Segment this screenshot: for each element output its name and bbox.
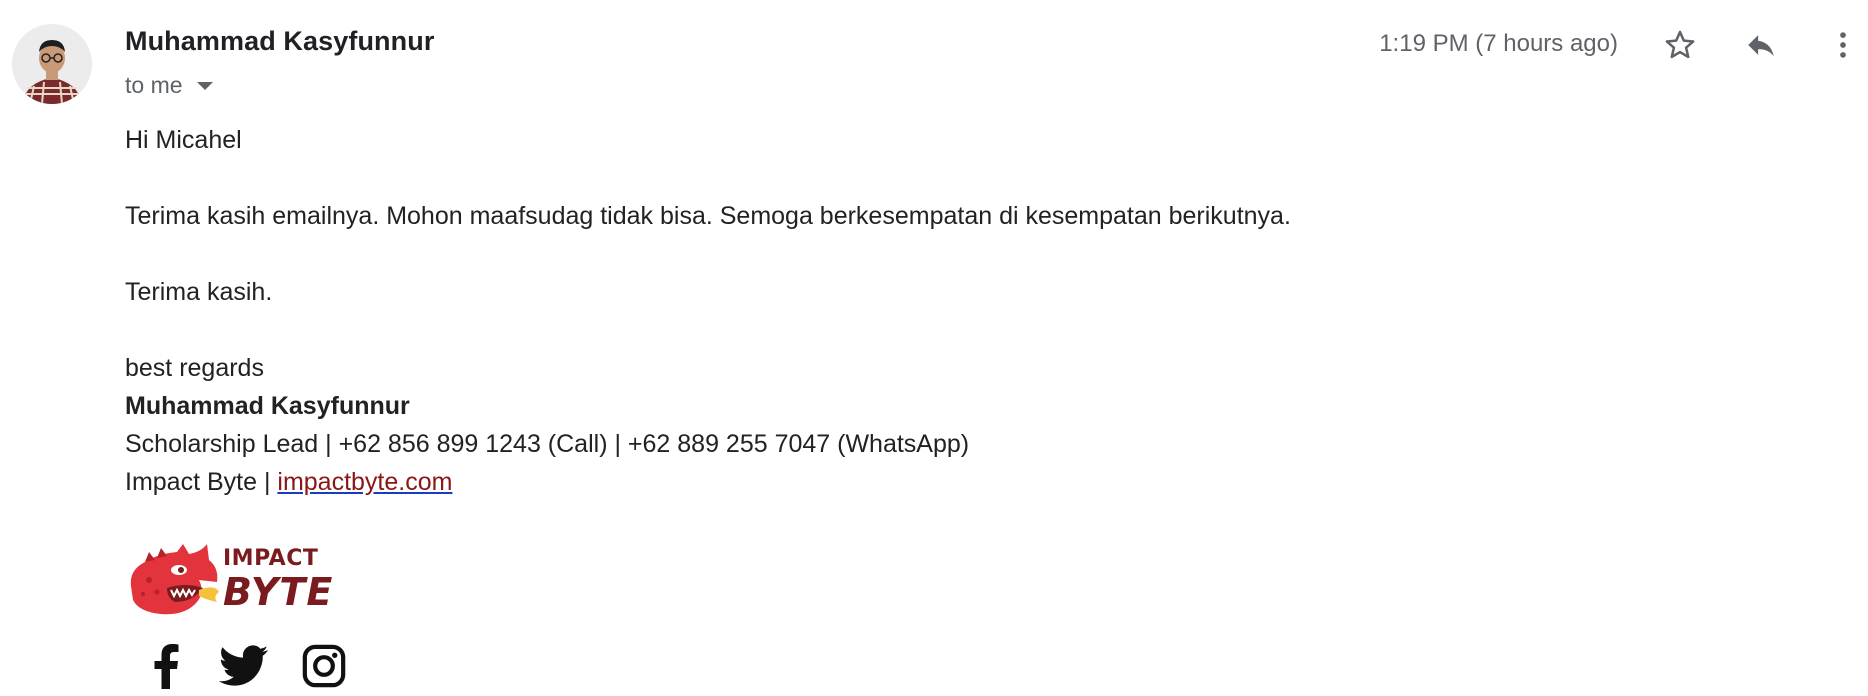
company-website-link[interactable]: impactbyte.com — [277, 468, 452, 496]
caret-down-icon — [196, 82, 213, 90]
signature-name: Muhammad Kasyfunnur — [125, 392, 410, 420]
message-greeting: Hi Micahel — [125, 126, 242, 154]
sender-name[interactable]: Muhammad Kasyfunnur — [125, 26, 434, 57]
twitter-link[interactable] — [218, 640, 270, 692]
message-paragraph: Terima kasih. — [125, 278, 273, 306]
star-outline-icon — [1665, 30, 1695, 59]
signature-title-phone: Scholarship Lead | +62 856 899 1243 (Cal… — [125, 430, 970, 458]
logo-text-impact: IMPACT — [223, 546, 319, 571]
instagram-icon — [302, 644, 346, 688]
signature-company-line: Impact Byte | impactbyte.com — [125, 465, 452, 499]
dragon-mascot-icon — [130, 544, 219, 615]
facebook-link[interactable] — [140, 640, 192, 692]
message-closing: best regards — [125, 354, 264, 382]
avatar-image — [12, 24, 92, 104]
more-options-button[interactable] — [1818, 20, 1868, 70]
twitter-icon — [219, 645, 269, 686]
recipient-label: to me — [125, 71, 183, 98]
logo-text-byte: BYTE — [223, 570, 334, 614]
sender-avatar[interactable] — [12, 24, 92, 104]
reply-icon — [1748, 35, 1774, 57]
facebook-icon — [154, 644, 179, 689]
more-vertical-icon — [1840, 32, 1846, 58]
star-button[interactable] — [1655, 20, 1705, 70]
message-paragraph: Terima kasih emailnya. Mohon maafsudag t… — [125, 202, 1291, 230]
reply-button[interactable] — [1736, 20, 1786, 70]
message-timestamp: 1:19 PM (7 hours ago) — [1379, 30, 1618, 57]
recipient-details-toggle[interactable]: to me — [125, 70, 213, 100]
instagram-link[interactable] — [298, 640, 350, 692]
signature-company: Impact Byte | — [125, 468, 278, 496]
impact-byte-logo: IMPACT BYTE — [127, 540, 332, 620]
